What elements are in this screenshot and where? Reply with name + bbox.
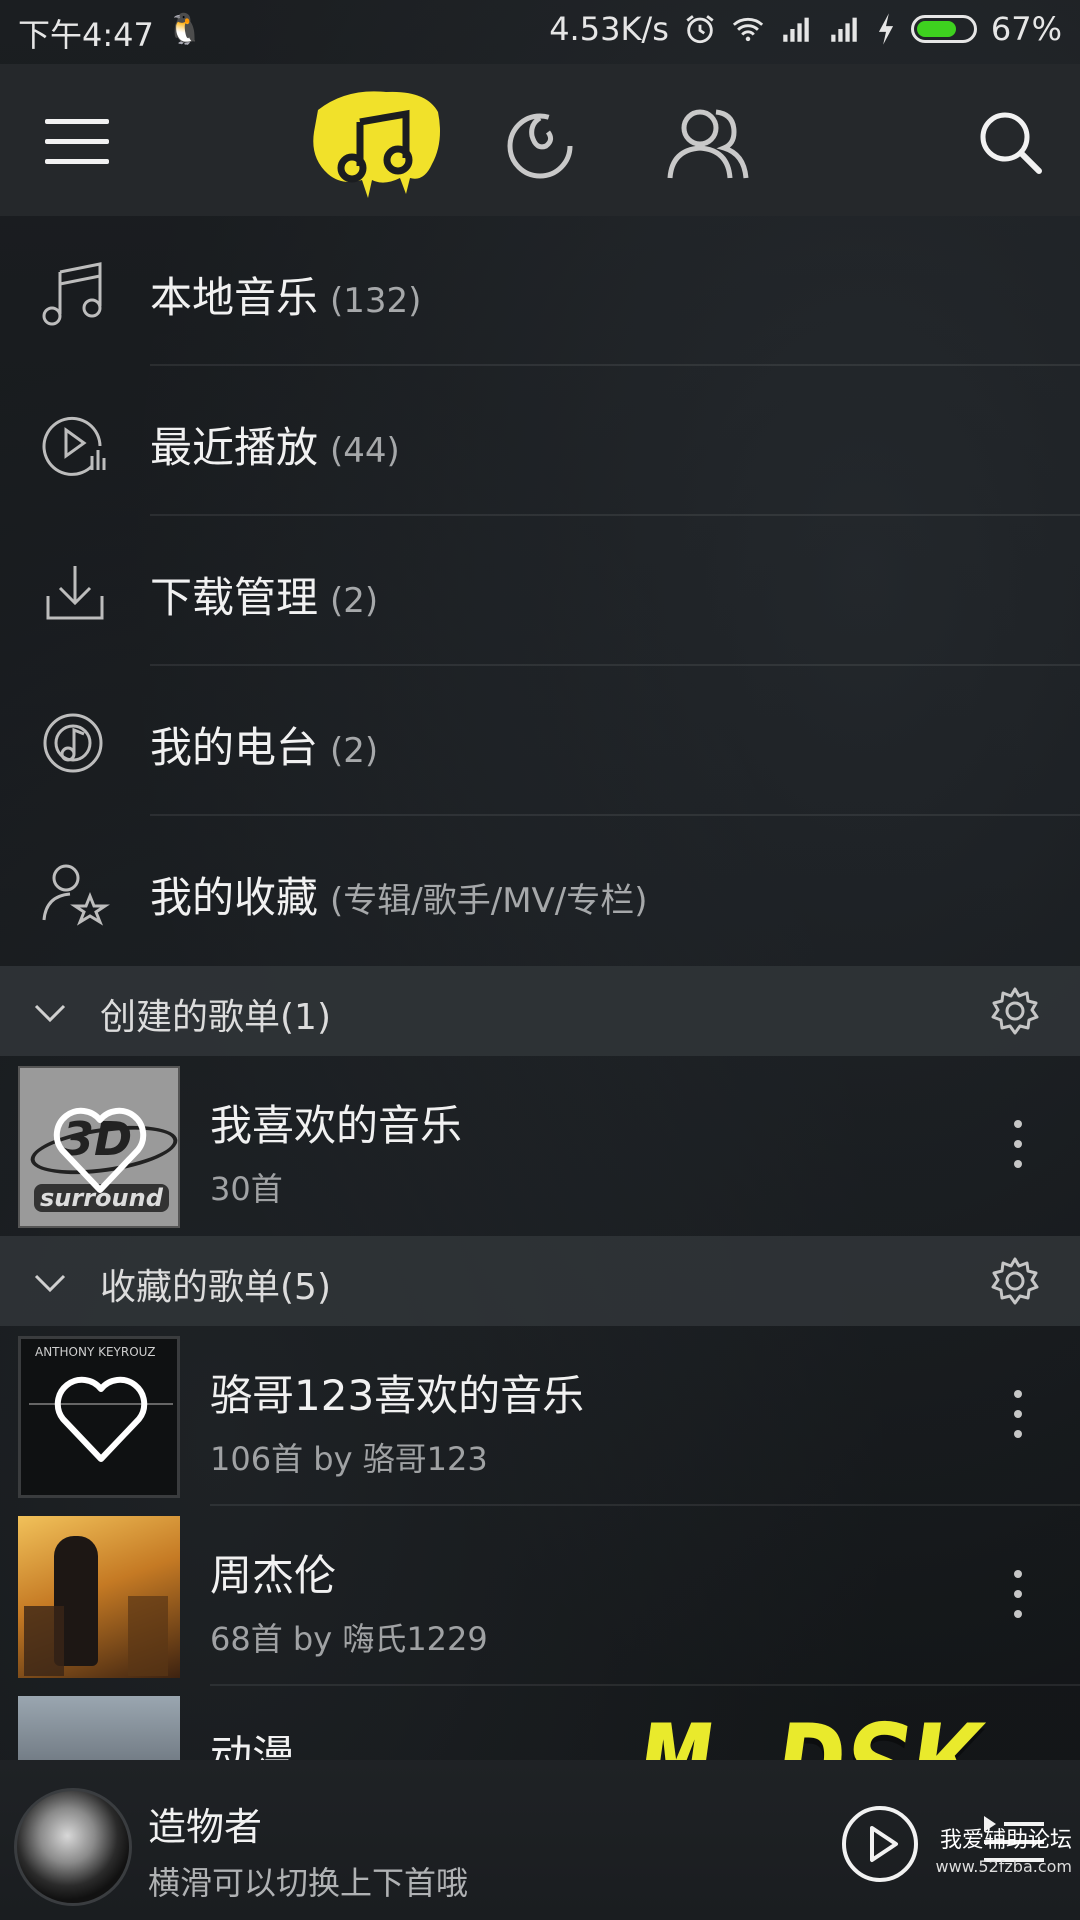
signal-icon — [783, 17, 809, 42]
top-nav-bar — [0, 64, 1080, 216]
heart-icon — [53, 1107, 147, 1193]
chevron-down-icon — [34, 1004, 66, 1023]
playlist-subtitle: 30首 — [210, 1170, 283, 1208]
menu-icon — [45, 119, 109, 164]
status-bar: 下午4:47 🐧 4.53K/s 67% — [0, 0, 1080, 64]
menu-label-my-radio: 我的电台 — [150, 723, 319, 772]
created-playlists-label: 创建的歌单(1) — [100, 997, 331, 1038]
playlist-row-luoge[interactable]: ANTHONY KEYROUZ 骆哥123喜欢的音乐 106首 by 骆哥123 — [0, 1326, 1080, 1506]
menu-label-downloads: 下载管理 — [150, 573, 319, 622]
signal-icon-2 — [831, 17, 857, 42]
playlist-row-liked[interactable]: 3D surround 我喜欢的音乐 30首 — [0, 1056, 1080, 1236]
friends-icon — [667, 109, 749, 179]
collected-playlists-label: 收藏的歌单(5) — [100, 1267, 331, 1308]
user-star-icon — [42, 864, 110, 926]
net-speed: 4.53K/s — [549, 10, 669, 48]
menu-item-local-music[interactable]: 本地音乐 (132) — [0, 216, 1080, 366]
more-icon[interactable] — [1012, 1388, 1024, 1440]
collected-playlists-header[interactable]: 收藏的歌单(5) — [0, 1236, 1080, 1326]
cover-artist-text: ANTHONY KEYROUZ — [35, 1345, 156, 1359]
play-button[interactable] — [840, 1804, 920, 1884]
watermark: 我爱辅助论坛 www.52fzba.com — [936, 1828, 1072, 1880]
notification-penguin-icon: 🐧 — [166, 12, 204, 47]
menu-count-downloads: (2) — [330, 581, 379, 621]
music-note-icon — [313, 91, 440, 198]
menu-label-local-music: 本地音乐 — [150, 273, 319, 322]
playlist-title: 周杰伦 — [210, 1551, 337, 1600]
status-time: 下午4:47 — [18, 16, 154, 54]
playlist-subtitle: 68首 by 嗨氏1229 — [210, 1620, 488, 1658]
playlist-subtitle: 106首 by 骆哥123 — [210, 1440, 488, 1478]
gear-icon[interactable] — [990, 986, 1040, 1036]
search-button[interactable] — [972, 104, 1048, 180]
mini-player[interactable]: 造物者 横滑可以切换上下首哦 — [0, 1760, 1080, 1920]
menu-item-recent-play[interactable]: 最近播放 (44) — [0, 366, 1080, 516]
playlist-cover — [18, 1696, 180, 1760]
menu-count-my-radio: (2) — [330, 731, 379, 771]
wifi-icon — [732, 17, 763, 42]
now-playing-album-art[interactable] — [14, 1788, 132, 1906]
heart-icon — [54, 1376, 148, 1462]
more-icon[interactable] — [1012, 1568, 1024, 1620]
status-right: 4.53K/s 67% — [549, 10, 1062, 48]
music-note-outline-icon — [42, 262, 102, 326]
playlist-cover: ANTHONY KEYROUZ — [18, 1336, 180, 1498]
menu-item-my-radio[interactable]: 我的电台 (2) — [0, 666, 1080, 816]
my-music-menu: 本地音乐 (132) 最近播放 (44) 下载管理 (2) 我的电台 (2) 我的收藏 (… — [0, 216, 1080, 966]
menu-item-my-favorites[interactable]: 我的收藏 (专辑/歌手/MV/专栏) — [0, 816, 1080, 966]
charging-icon — [878, 13, 893, 45]
playlist-title: 骆哥123喜欢的音乐 — [210, 1371, 585, 1420]
alarm-icon — [686, 15, 714, 44]
tab-my-music[interactable] — [306, 82, 446, 202]
watermark-text: 我爱辅助论坛 — [939, 1828, 1072, 1853]
chevron-down-icon — [34, 1274, 66, 1293]
playlist-cover: 3D surround — [18, 1066, 180, 1228]
tab-friends[interactable] — [664, 100, 752, 188]
now-playing-hint: 横滑可以切换上下首哦 — [148, 1864, 469, 1902]
search-icon — [980, 112, 1042, 174]
netease-discover-icon — [507, 113, 573, 179]
download-icon — [46, 566, 104, 620]
menu-label-recent-play: 最近播放 — [150, 423, 319, 472]
menu-count-local-music: (132) — [330, 281, 422, 321]
gear-icon[interactable] — [990, 1256, 1040, 1306]
created-playlists-header[interactable]: 创建的歌单(1) — [0, 966, 1080, 1056]
playlist-title: 动漫 — [210, 1731, 295, 1760]
tab-discover[interactable] — [500, 104, 580, 184]
now-playing-title: 造物者 — [148, 1805, 263, 1849]
playlist-row-jay-chou[interactable]: 周杰伦 68首 by 嗨氏1229 — [0, 1506, 1080, 1686]
playlist-cover — [18, 1516, 180, 1678]
menu-button[interactable] — [40, 104, 114, 178]
menu-count-recent-play: (44) — [330, 431, 400, 471]
battery-icon — [910, 15, 977, 43]
menu-count-my-favorites: (专辑/歌手/MV/专栏) — [330, 881, 648, 921]
recent-play-icon — [42, 416, 106, 476]
menu-item-downloads[interactable]: 下载管理 (2) — [0, 516, 1080, 666]
menu-label-my-favorites: 我的收藏 — [150, 873, 319, 922]
more-icon[interactable] — [1012, 1118, 1024, 1170]
radio-icon — [43, 713, 103, 773]
battery-percent: 67% — [990, 10, 1062, 48]
playlist-title: 我喜欢的音乐 — [210, 1101, 463, 1150]
watermark-url: www.52fzba.com — [935, 1857, 1072, 1876]
